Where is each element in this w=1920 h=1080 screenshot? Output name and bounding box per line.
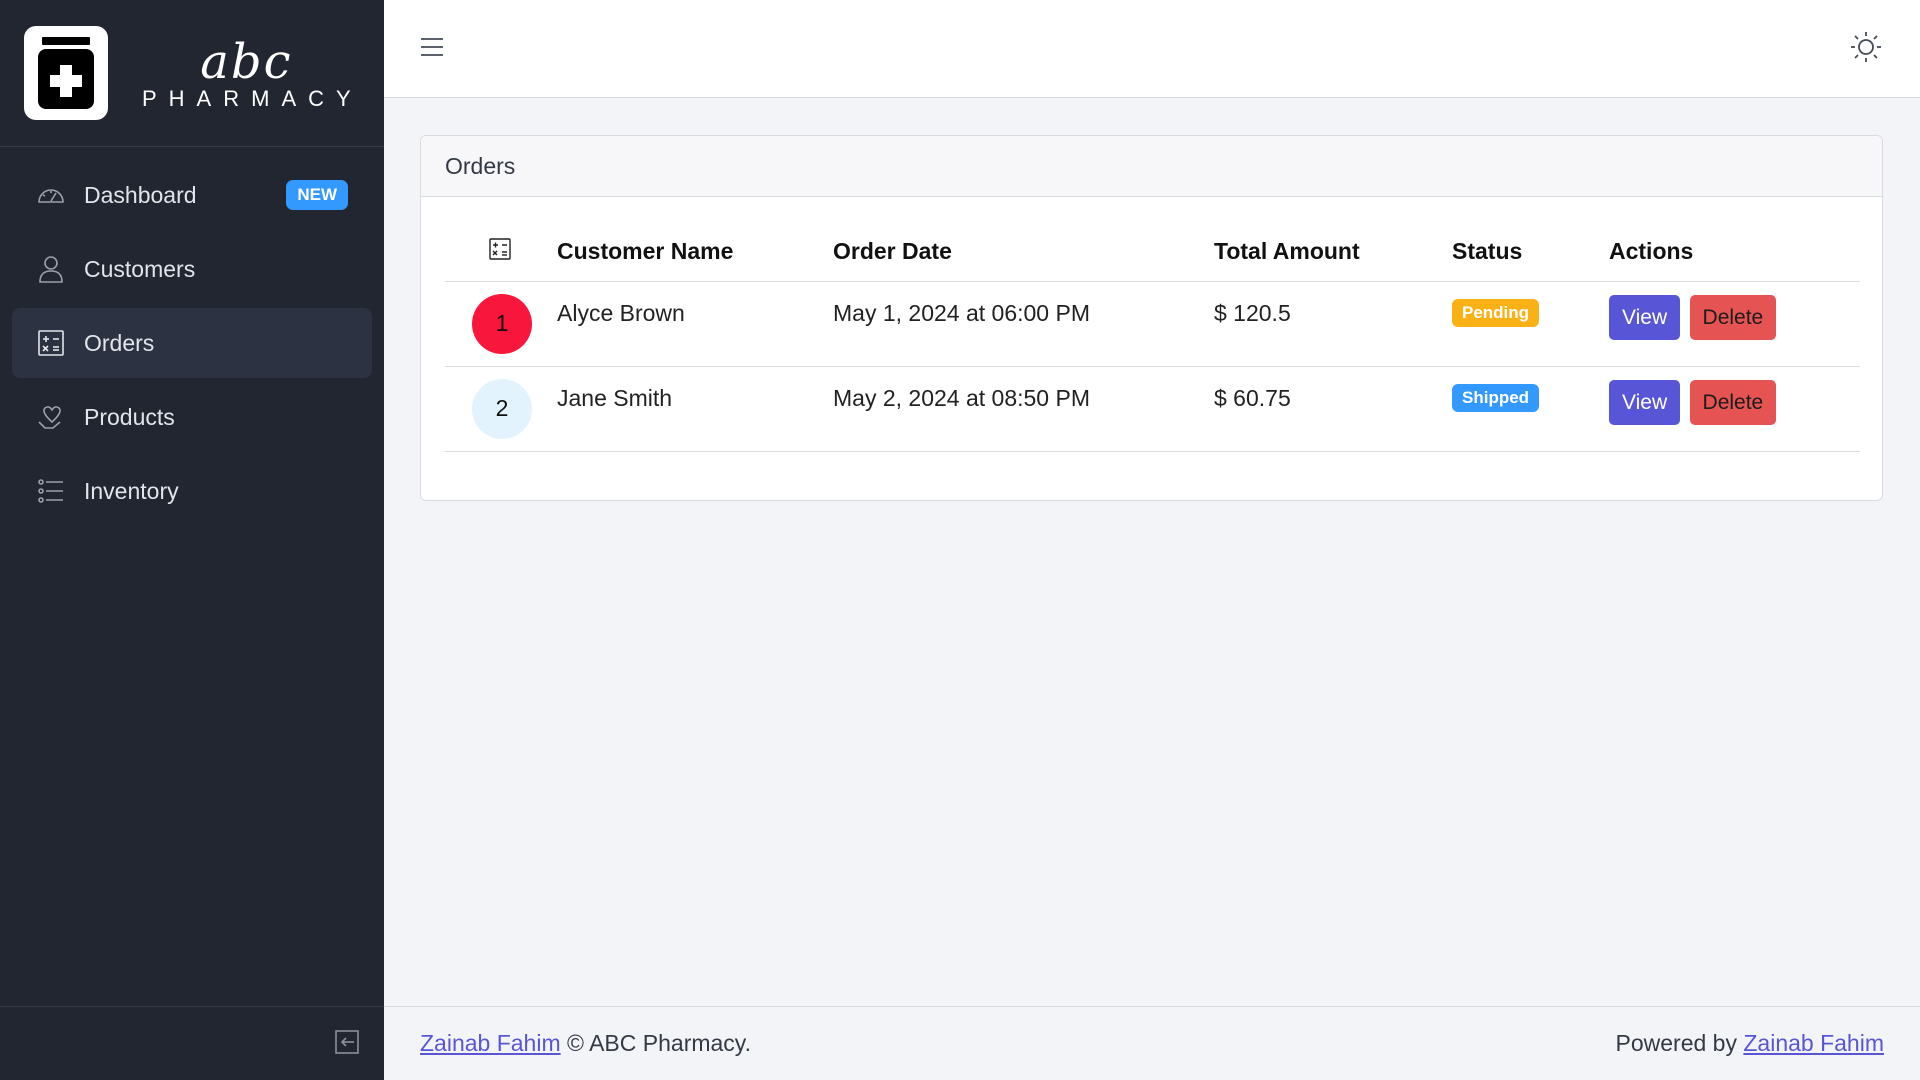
customer-name: Alyce Brown xyxy=(557,281,833,367)
sidebar-item-label: Inventory xyxy=(84,477,179,504)
customer-name: Jane Smith xyxy=(557,366,833,452)
brand-script: abc xyxy=(200,34,293,90)
view-button[interactable]: View xyxy=(1609,379,1681,425)
total-amount: $ 120.5 xyxy=(1214,281,1452,367)
sidebar-item-inventory[interactable]: Inventory xyxy=(12,456,372,526)
row-index-avatar: 2 xyxy=(472,378,532,439)
column-header-status[interactable]: Status xyxy=(1452,223,1609,282)
column-header-actions: Actions xyxy=(1609,223,1860,282)
column-header-customer[interactable]: Customer Name xyxy=(557,223,833,282)
status-badge: Pending xyxy=(1452,298,1540,327)
sun-icon[interactable] xyxy=(1850,31,1882,67)
row-index-avatar: 1 xyxy=(472,293,532,354)
orders-table: Customer Name Order Date Total Amount St… xyxy=(445,223,1860,452)
speedometer-icon xyxy=(36,180,66,210)
sidebar-footer xyxy=(0,1006,384,1080)
collapse-sidebar-icon[interactable] xyxy=(334,1029,360,1059)
sidebar-item-products[interactable]: Products xyxy=(12,382,372,452)
sidebar-item-label: Orders xyxy=(84,329,155,356)
brand[interactable]: abc PHARMACY xyxy=(0,0,384,147)
author-link[interactable]: Zainab Fahim xyxy=(420,1030,561,1056)
total-amount: $ 60.75 xyxy=(1214,366,1452,452)
table-row: 1 Alyce Brown May 1, 2024 at 06:00 PM $ … xyxy=(445,281,1860,367)
sidebar: abc PHARMACY Dashboard NEW Customers Ord… xyxy=(0,0,384,1080)
calculator-icon xyxy=(489,238,511,266)
top-header xyxy=(384,0,1920,98)
list-icon xyxy=(36,476,66,506)
column-header-date[interactable]: Order Date xyxy=(833,223,1214,282)
hamburger-menu-icon[interactable] xyxy=(420,36,444,62)
pharmacy-logo-icon xyxy=(24,26,108,120)
orders-card-title: Orders xyxy=(421,136,1882,197)
user-icon xyxy=(36,254,66,284)
sidebar-item-label: Customers xyxy=(84,255,196,282)
footer-right: Powered by Zainab Fahim xyxy=(1616,1030,1884,1057)
powered-by-link[interactable]: Zainab Fahim xyxy=(1743,1030,1884,1056)
orders-card: Orders Customer Name Order Date Total Am… xyxy=(420,135,1883,501)
sidebar-item-label: Dashboard xyxy=(84,181,197,208)
table-row: 2 Jane Smith May 2, 2024 at 08:50 PM $ 6… xyxy=(445,366,1860,452)
brand-name: PHARMACY xyxy=(142,86,363,111)
view-button[interactable]: View xyxy=(1609,294,1681,340)
sidebar-nav: Dashboard NEW Customers Orders Products … xyxy=(0,147,384,543)
delete-button[interactable]: Delete xyxy=(1689,379,1777,425)
new-badge: NEW xyxy=(286,180,348,210)
status-badge: Shipped xyxy=(1452,383,1540,412)
sidebar-item-orders[interactable]: Orders xyxy=(12,308,372,378)
powered-by-text: Powered by xyxy=(1615,1030,1737,1056)
sidebar-item-customers[interactable]: Customers xyxy=(12,234,372,304)
delete-button[interactable]: Delete xyxy=(1689,294,1777,340)
sidebar-item-label: Products xyxy=(84,403,175,430)
order-date: May 1, 2024 at 06:00 PM xyxy=(833,281,1214,367)
copyright-text: © ABC Pharmacy. xyxy=(567,1030,751,1056)
sidebar-item-dashboard[interactable]: Dashboard NEW xyxy=(12,160,372,230)
column-header-total[interactable]: Total Amount xyxy=(1214,223,1452,282)
calculator-icon xyxy=(36,328,66,358)
table-header-row: Customer Name Order Date Total Amount St… xyxy=(445,223,1860,282)
footer-left: Zainab Fahim © ABC Pharmacy. xyxy=(420,1030,751,1057)
page-footer: Zainab Fahim © ABC Pharmacy. Powered by … xyxy=(384,1006,1920,1080)
order-date: May 2, 2024 at 08:50 PM xyxy=(833,366,1214,452)
heart-hand-icon xyxy=(36,402,66,432)
